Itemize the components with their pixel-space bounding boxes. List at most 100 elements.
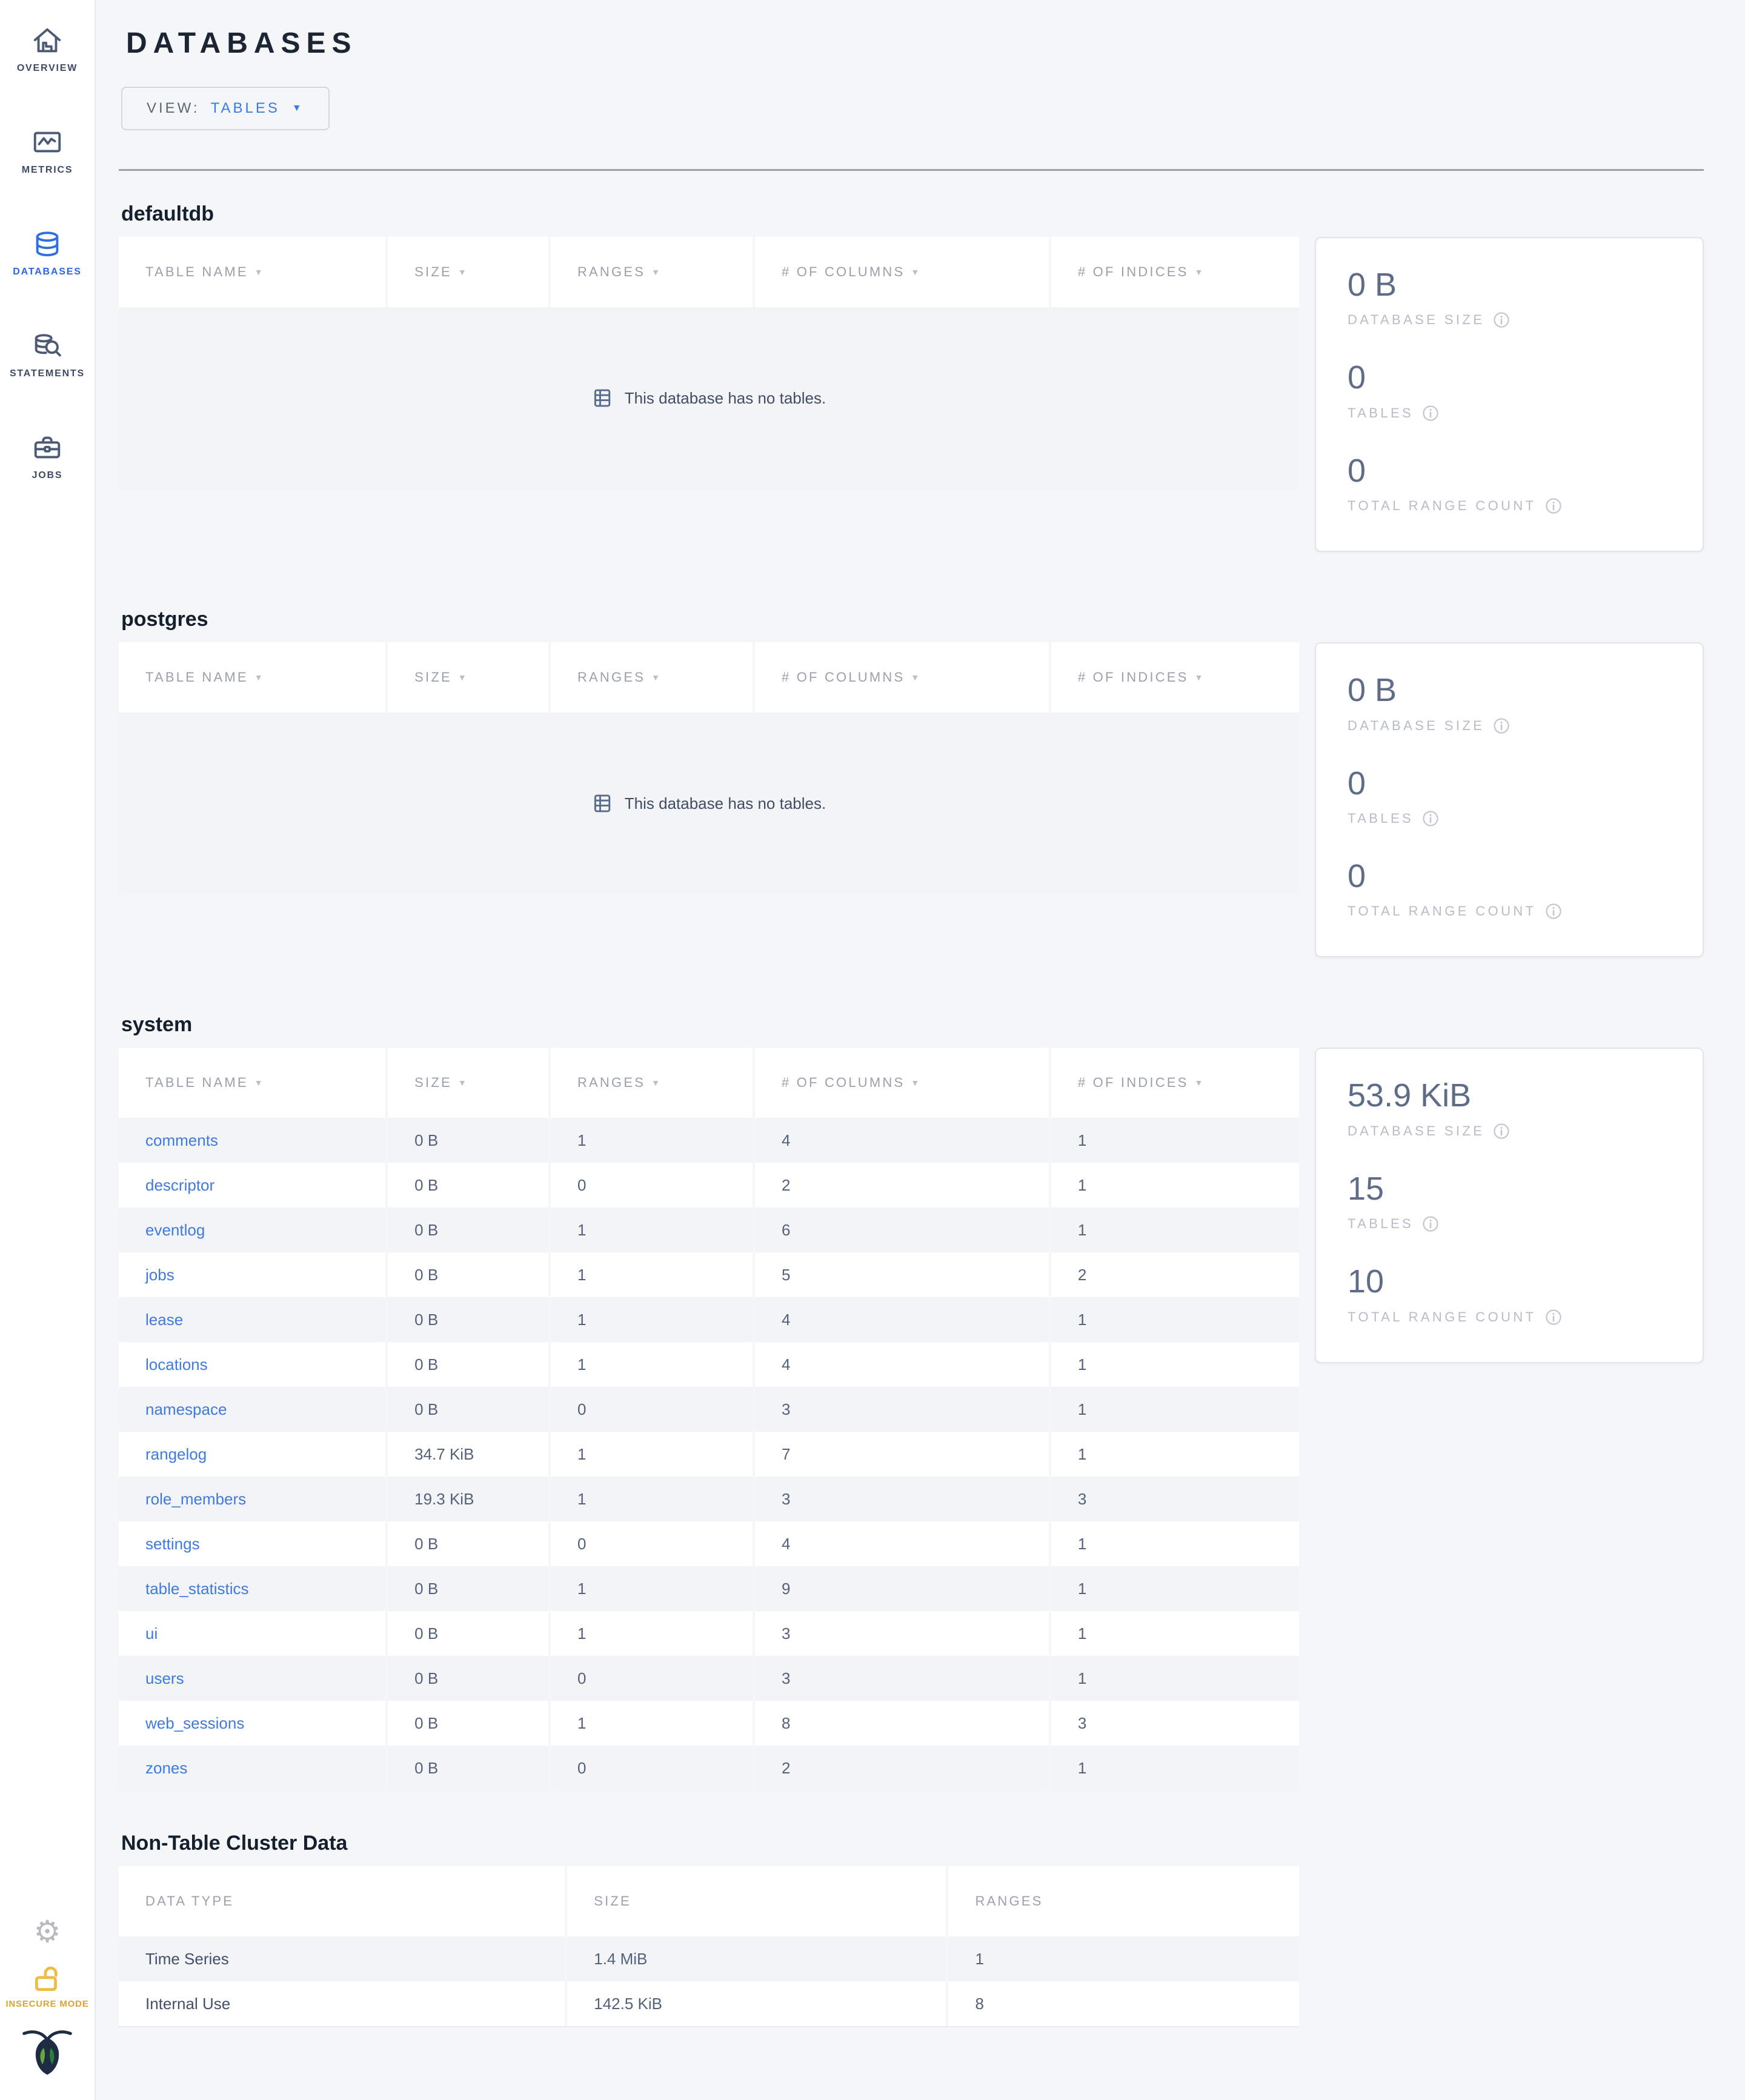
empty-message: This database has no tables. xyxy=(624,794,826,812)
stat-table-count: 0 TABLES xyxy=(1348,765,1681,827)
cell-ranges: 1 xyxy=(550,1342,755,1387)
stat-value: 53.9 KiB xyxy=(1348,1077,1472,1114)
cell-ranges: 1 xyxy=(948,1936,1299,1982)
cell-indices: 1 xyxy=(1051,1297,1299,1343)
table-link[interactable]: jobs xyxy=(145,1266,174,1284)
column-header-name[interactable]: TABLE NAME ▼ xyxy=(119,237,388,307)
cell-columns: 3 xyxy=(754,1611,1051,1656)
table-link[interactable]: table_statistics xyxy=(145,1580,249,1598)
table-row: namespace 0 B 0 3 1 xyxy=(119,1387,1299,1432)
sidebar-item-statements[interactable]: STATEMENTS xyxy=(0,304,95,406)
column-header-size[interactable]: SIZE ▼ xyxy=(388,642,551,713)
stat-value: 0 xyxy=(1348,765,1366,802)
table-row: rangelog 34.7 KiB 1 7 1 xyxy=(119,1432,1299,1477)
info-icon[interactable] xyxy=(1422,1215,1439,1232)
stat-value: 0 B xyxy=(1348,267,1397,303)
table-link[interactable]: namespace xyxy=(145,1400,227,1418)
cell-indices: 1 xyxy=(1051,1656,1299,1701)
cell-indices: 1 xyxy=(1051,1208,1299,1253)
stat-label: TOTAL RANGE COUNT xyxy=(1348,497,1681,514)
table-link[interactable]: zones xyxy=(145,1759,187,1777)
cell-columns: 8 xyxy=(754,1701,1051,1746)
info-icon[interactable] xyxy=(1545,1309,1562,1326)
stat-value: 0 xyxy=(1348,359,1366,396)
table-link[interactable]: web_sessions xyxy=(145,1714,244,1732)
cell-ranges: 0 xyxy=(550,1163,755,1208)
sort-arrow-icon: ▼ xyxy=(254,1078,265,1088)
stat-range-count: 10 TOTAL RANGE COUNT xyxy=(1348,1264,1681,1325)
stat-value: 10 xyxy=(1348,1263,1384,1300)
table-link[interactable]: descriptor xyxy=(145,1176,214,1194)
cell-columns: 6 xyxy=(754,1208,1051,1253)
cell-indices: 1 xyxy=(1051,1566,1299,1612)
info-icon[interactable] xyxy=(1422,405,1439,422)
table-link[interactable]: settings xyxy=(145,1535,200,1553)
view-dropdown[interactable]: VIEW: TABLES ▼ xyxy=(121,87,330,130)
table-row: Internal Use 142.5 KiB 8 xyxy=(119,1981,1299,2027)
stat-label: TABLES xyxy=(1348,1215,1681,1232)
table-link[interactable]: locations xyxy=(145,1355,208,1374)
cell-size: 0 B xyxy=(388,1297,551,1343)
column-header-indices[interactable]: # OF INDICES ▼ xyxy=(1051,237,1299,307)
cell-size: 0 B xyxy=(388,1521,551,1567)
column-header-name[interactable]: TABLE NAME ▼ xyxy=(119,642,388,713)
cell-indices: 1 xyxy=(1051,1611,1299,1656)
cell-ranges: 1 xyxy=(550,1477,755,1522)
cell-columns: 3 xyxy=(754,1656,1051,1701)
column-header-indices[interactable]: # OF INDICES ▼ xyxy=(1051,642,1299,713)
column-header-indices[interactable]: # OF INDICES ▼ xyxy=(1051,1048,1299,1118)
column-header-columns[interactable]: # OF COLUMNS ▼ xyxy=(754,1048,1051,1118)
info-icon[interactable] xyxy=(1545,497,1562,514)
info-icon[interactable] xyxy=(1493,1123,1510,1140)
cell-columns: 4 xyxy=(754,1342,1051,1387)
statements-icon xyxy=(31,330,64,362)
stat-label: DATABASE SIZE xyxy=(1348,1123,1681,1140)
sidebar-item-overview[interactable]: OVERVIEW xyxy=(0,0,95,101)
column-header-ranges[interactable]: RANGES ▼ xyxy=(550,1048,755,1118)
sort-arrow-icon: ▼ xyxy=(457,673,468,683)
table-icon xyxy=(592,388,614,408)
table-link[interactable]: eventlog xyxy=(145,1221,205,1239)
table-link[interactable]: ui xyxy=(145,1624,158,1643)
sort-arrow-icon: ▼ xyxy=(1194,673,1205,683)
cockroachdb-logo[interactable] xyxy=(19,2022,75,2081)
info-icon[interactable] xyxy=(1545,903,1562,920)
column-header-size[interactable]: SIZE ▼ xyxy=(388,237,551,307)
cell-columns: 3 xyxy=(754,1387,1051,1432)
stat-label: DATABASE SIZE xyxy=(1348,717,1681,734)
cell-size: 0 B xyxy=(388,1208,551,1253)
open-lock-icon xyxy=(31,1962,64,1995)
jobs-icon xyxy=(31,431,64,464)
info-icon[interactable] xyxy=(1422,810,1439,827)
column-header-columns[interactable]: # OF COLUMNS ▼ xyxy=(754,642,1051,713)
sort-arrow-icon: ▼ xyxy=(911,673,922,683)
cell-ranges: 1 xyxy=(550,1208,755,1253)
non-table-cluster-table: DATA TYPE SIZE RANGES Time Series 1.4 MiB … xyxy=(119,1866,1299,2028)
table-link[interactable]: lease xyxy=(145,1311,183,1329)
stat-label: TABLES xyxy=(1348,810,1681,827)
sort-arrow-icon: ▼ xyxy=(254,673,265,683)
table-link[interactable]: users xyxy=(145,1669,184,1687)
table-row: Time Series 1.4 MiB 1 xyxy=(119,1936,1299,1982)
column-header-name[interactable]: TABLE NAME ▼ xyxy=(119,1048,388,1118)
sidebar-item-jobs[interactable]: JOBS xyxy=(0,406,95,508)
cell-ranges: 0 xyxy=(550,1387,755,1432)
table-link[interactable]: comments xyxy=(145,1131,218,1149)
table-link[interactable]: role_members xyxy=(145,1490,246,1508)
info-icon[interactable] xyxy=(1493,311,1510,328)
cell-indices: 3 xyxy=(1051,1477,1299,1522)
cell-columns: 4 xyxy=(754,1118,1051,1163)
info-icon[interactable] xyxy=(1493,717,1510,734)
column-header-ranges: RANGES xyxy=(948,1866,1299,1937)
settings-gear-icon[interactable]: ⚙ xyxy=(34,1916,61,1947)
column-header-columns[interactable]: # OF COLUMNS ▼ xyxy=(754,237,1051,307)
table-link[interactable]: rangelog xyxy=(145,1445,207,1463)
insecure-mode-label: INSECURE MODE xyxy=(5,1999,89,2010)
sidebar-item-metrics[interactable]: METRICS xyxy=(0,101,95,202)
column-header-size[interactable]: SIZE ▼ xyxy=(388,1048,551,1118)
stat-range-count: 0 TOTAL RANGE COUNT xyxy=(1348,859,1681,920)
column-header-ranges[interactable]: RANGES ▼ xyxy=(550,642,755,713)
sidebar-item-databases[interactable]: DATABASES xyxy=(0,202,95,304)
column-header-ranges[interactable]: RANGES ▼ xyxy=(550,237,755,307)
insecure-mode-indicator[interactable]: INSECURE MODE xyxy=(5,1962,88,2009)
